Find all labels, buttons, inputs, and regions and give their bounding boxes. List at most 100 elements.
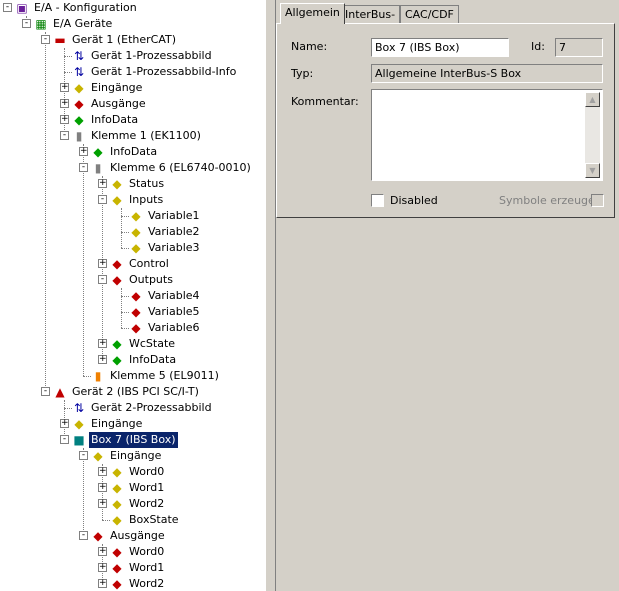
typ-field: Allgemeine InterBus-S Box [371,64,603,83]
collapse-icon[interactable]: - [3,3,12,12]
tree-node-label: InfoData [91,113,139,126]
tree-connector [121,312,129,313]
tree-node-label: Word1 [129,481,165,494]
properties-panel: Allgemein InterBus-S CAC/CDF Name: Box 7… [276,0,619,591]
infodata-icon: ◆ [93,145,103,159]
tree-node-label: Gerät 1-Prozessabbild-Info [91,65,237,78]
scroll-down-icon[interactable]: ▼ [585,163,600,178]
expand-icon[interactable]: + [98,355,107,364]
output-word-icon: ◆ [112,561,122,575]
collapse-icon[interactable]: - [98,275,107,284]
collapse-icon[interactable]: - [98,195,107,204]
expand-icon[interactable]: + [98,259,107,268]
collapse-icon[interactable]: - [41,35,50,44]
expand-icon[interactable]: + [98,339,107,348]
expand-icon[interactable]: + [98,179,107,188]
tree-node-label: Box 7 (IBS Box) [88,431,179,449]
input-word-icon: ◆ [112,465,122,479]
tree-connector [121,216,129,217]
splitter[interactable] [265,0,276,591]
input-word-icon: ◆ [112,481,122,495]
expand-icon[interactable]: + [60,83,69,92]
tree-node-label: Word0 [129,545,165,558]
tree-node-label: BoxState [129,513,179,526]
tree-connector [64,56,72,57]
output-var-icon: ◆ [131,289,141,303]
expand-icon[interactable]: + [98,483,107,492]
collapse-icon[interactable]: - [60,131,69,140]
expand-icon[interactable]: + [60,115,69,124]
infodata-icon: ◆ [74,113,84,127]
expand-icon[interactable]: + [98,499,107,508]
comment-textarea[interactable]: ▲ ▼ [371,89,603,181]
name-field[interactable]: Box 7 (IBS Box) [371,38,509,57]
tree-node-label: Ausgänge [91,97,146,110]
input-var-icon: ◆ [131,209,141,223]
tree-node-label: Control [129,257,169,270]
expand-icon[interactable]: + [98,547,107,556]
infodata-icon: ◆ [112,353,122,367]
output-vars-icon: ◆ [112,257,122,271]
tree-node-label: Klemme 5 (EL9011) [110,369,219,382]
process-image-icon: ⇅ [73,65,85,79]
tree-node-label: Klemme 6 (EL6740-0010) [110,161,251,174]
scroll-up-icon[interactable]: ▲ [585,92,600,107]
tree-node-label: Eingänge [91,417,143,430]
collapse-icon[interactable]: - [79,451,88,460]
comment-label: Kommentar: [291,95,359,108]
tree-node-label: Variable6 [148,321,200,334]
output-word-icon: ◆ [112,577,122,591]
device-tree[interactable]: - ▣ E/A - Konfiguration - ▦ E/A Geräte - ▬ Gerät… [0,0,265,591]
ethercat-device-icon: ▬ [54,33,66,47]
output-word-icon: ◆ [112,545,122,559]
tree-node-label: E/A Geräte [53,17,113,30]
input-vars-icon: ◆ [74,81,84,95]
expand-icon[interactable]: + [60,99,69,108]
id-field: 7 [555,38,603,57]
tree-node-label: Variable1 [148,209,200,222]
tree-connector [64,72,72,73]
input-vars-icon: ◆ [93,449,103,463]
output-vars-icon: ◆ [112,273,122,287]
tree-node-label: Word2 [129,497,165,510]
tree-connector [121,208,122,248]
input-word-icon: ◆ [112,497,122,511]
collapse-icon[interactable]: - [79,163,88,172]
output-vars-icon: ◆ [93,529,103,543]
tree-node-label: Word1 [129,561,165,574]
collapse-icon[interactable]: - [79,531,88,540]
comment-scrollbar[interactable]: ▲ ▼ [585,92,600,178]
disabled-checkbox[interactable] [371,194,384,207]
tab-page-allgemein: Name: Box 7 (IBS Box) Id: 7 Typ: Allgeme… [276,23,615,218]
tab-interbus-s[interactable]: InterBus-S [340,5,401,39]
tree-node-label: Gerät 1-Prozessabbild [91,49,212,62]
tree-node-label: E/A - Konfiguration [34,1,137,14]
tree-connector [102,520,110,521]
input-var-icon: ◆ [112,513,122,527]
tree-node-label: Ausgänge [110,529,165,542]
id-label: Id: [531,40,545,53]
name-label: Name: [291,40,328,53]
tree-connector [83,144,84,376]
expand-icon[interactable]: + [98,563,107,572]
terminal-icon: ▮ [94,161,102,175]
process-image-icon: ⇅ [73,401,85,415]
tree-node-label: Eingänge [110,449,162,462]
tree-node-label: Status [129,177,165,190]
collapse-icon[interactable]: - [41,387,50,396]
tab-allgemein[interactable]: Allgemein [280,3,345,24]
expand-icon[interactable]: + [79,147,88,156]
collapse-icon[interactable]: - [60,435,69,444]
tree-node-label: Eingänge [91,81,143,94]
tab-cac-cdf[interactable]: CAC/CDF [400,5,459,23]
tree-node-label: Gerät 1 (EtherCAT) [72,33,177,46]
expand-icon[interactable]: + [98,467,107,476]
symbols-checkbox [591,194,604,207]
expand-icon[interactable]: + [98,579,107,588]
output-var-icon: ◆ [131,321,141,335]
collapse-icon[interactable]: - [22,19,31,28]
tree-connector [83,448,84,536]
end-terminal-icon: ▮ [94,369,102,383]
tree-node-label: Klemme 1 (EK1100) [91,129,201,142]
expand-icon[interactable]: + [60,419,69,428]
